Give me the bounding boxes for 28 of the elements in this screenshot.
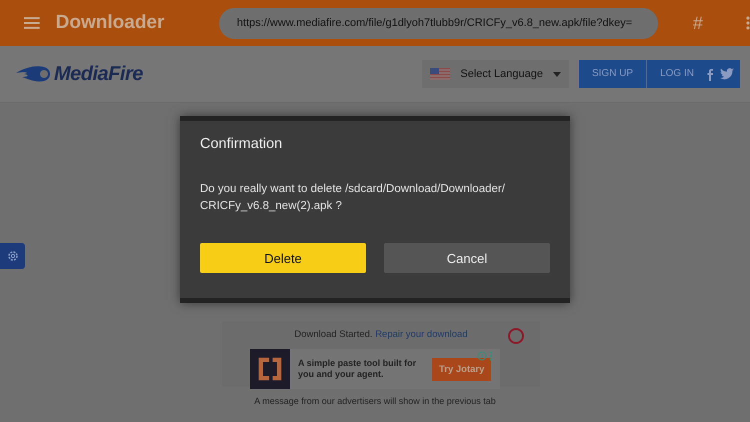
settings-tab[interactable] xyxy=(0,243,25,269)
settings-icon xyxy=(6,250,18,262)
log-in-button[interactable]: LOG IN xyxy=(646,60,740,88)
app-logo-icon xyxy=(250,349,290,389)
ad-text: A simple paste tool built for you and your agent. xyxy=(298,358,418,380)
url-field[interactable]: https://www.mediafire.com/file/g1dlyoh7tlubb9r/CRICFy_v6.8_new.apk/file?dkey= xyxy=(218,8,658,38)
cancel-button[interactable]: Cancel xyxy=(384,243,550,274)
site-logo[interactable]: MediaFire xyxy=(54,62,143,86)
app-title: Downloader xyxy=(56,12,166,34)
delete-button[interactable]: Delete xyxy=(200,243,366,274)
ad-button[interactable]: Try Jotary xyxy=(432,358,492,380)
twitter-icon[interactable] xyxy=(720,68,734,80)
ad-banner[interactable]: A simple paste tool built for you and your agent. Try Jotary xyxy=(250,349,500,389)
advertiser-note: A message from our advertisers will show in the previous tab xyxy=(254,396,496,406)
menu-icon[interactable] xyxy=(24,17,40,29)
dialog-message: Do you really want to delete /sdcard/Download/Downloader/ CRICFy_v6.8_new(2).apk ? xyxy=(200,182,506,214)
sign-up-button[interactable]: SIGN UP xyxy=(578,60,646,88)
language-selector[interactable]: Select Language xyxy=(422,60,569,88)
shortcut-button[interactable]: # xyxy=(692,12,728,34)
dialog-title: Confirmation xyxy=(200,136,284,152)
flame-icon xyxy=(16,65,52,83)
flag-icon xyxy=(430,68,450,80)
language-label: Select Language xyxy=(460,68,543,80)
repair-link[interactable]: Repair your download xyxy=(375,329,468,340)
loading-ring-icon xyxy=(508,328,524,344)
download-status: Download Started. Repair your download xyxy=(294,329,468,340)
caret-icon xyxy=(552,72,561,76)
more-icon[interactable] xyxy=(746,16,750,30)
